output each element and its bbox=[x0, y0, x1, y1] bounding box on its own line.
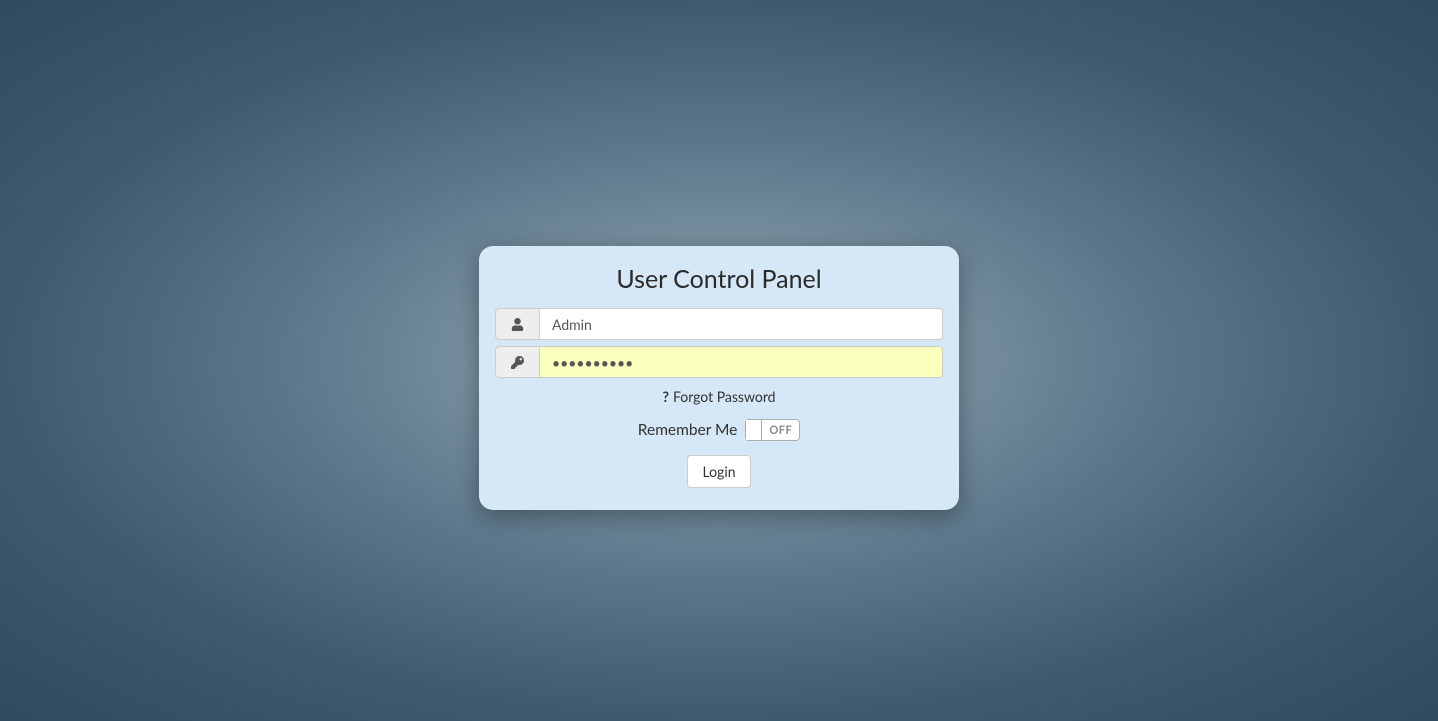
remember-me-row: Remember Me OFF bbox=[495, 419, 943, 441]
login-card: User Control Panel ?Forgot Password Reme… bbox=[479, 246, 959, 510]
username-group bbox=[495, 308, 943, 340]
remember-me-toggle[interactable]: OFF bbox=[745, 419, 800, 441]
password-input[interactable] bbox=[539, 346, 943, 378]
toggle-knob bbox=[746, 420, 762, 440]
question-icon: ? bbox=[663, 388, 669, 405]
login-button[interactable]: Login bbox=[687, 455, 750, 488]
key-icon bbox=[495, 346, 539, 378]
toggle-state-label: OFF bbox=[762, 424, 799, 437]
password-group bbox=[495, 346, 943, 378]
panel-title: User Control Panel bbox=[495, 264, 943, 294]
remember-me-label: Remember Me bbox=[638, 421, 738, 439]
user-icon bbox=[495, 308, 539, 340]
username-input[interactable] bbox=[539, 308, 943, 340]
forgot-password-row: ?Forgot Password bbox=[495, 388, 943, 405]
forgot-password-link[interactable]: Forgot Password bbox=[673, 388, 776, 405]
